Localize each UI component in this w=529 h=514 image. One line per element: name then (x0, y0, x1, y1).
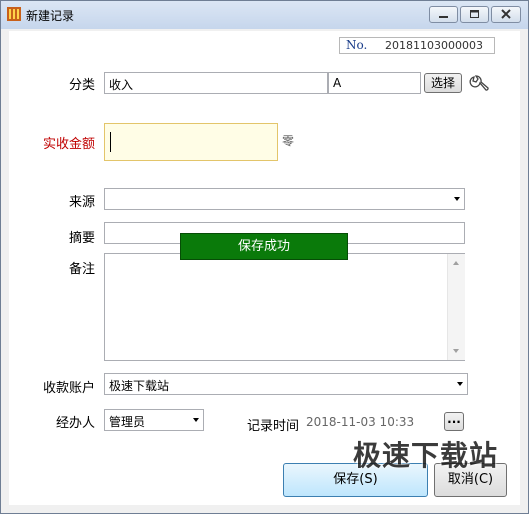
wrench-icon[interactable] (468, 73, 490, 95)
close-button[interactable] (491, 6, 521, 23)
chevron-down-icon (454, 197, 460, 201)
record-number-prefix: No. (346, 38, 368, 52)
amount-label: 实收金额 (42, 137, 95, 152)
select-button[interactable]: 选择 (424, 73, 462, 93)
close-icon (501, 9, 511, 19)
dialog-window: 新建记录 No. 20181103000003 分类 收入 A 选择 实收金额 … (0, 0, 529, 514)
text-cursor (110, 132, 111, 152)
window-title: 新建记录 (26, 9, 75, 23)
form-area: No. 20181103000003 分类 收入 A 选择 实收金额 零 来源 … (9, 31, 520, 505)
account-label: 收款账户 (42, 381, 95, 396)
record-number: 20181103000003 (385, 39, 483, 52)
minimize-icon (439, 16, 448, 18)
save-success-toast: 保存成功 (180, 233, 348, 260)
record-number-box: No. 20181103000003 (339, 37, 495, 54)
source-select[interactable] (104, 188, 465, 210)
amount-in-words: 零 (282, 134, 295, 148)
amount-input[interactable] (104, 123, 278, 161)
remark-scrollbar[interactable] (447, 254, 465, 360)
handler-label: 经办人 (55, 416, 95, 431)
maximize-icon (470, 10, 479, 18)
chevron-down-icon (457, 382, 463, 386)
summary-label: 摘要 (68, 231, 95, 246)
minimize-button[interactable] (429, 6, 458, 23)
scroll-up-icon (453, 261, 459, 265)
chevron-down-icon (193, 418, 199, 422)
record-time-value: 2018-11-03 10:33 (306, 415, 415, 429)
time-picker-button[interactable]: ... (444, 412, 464, 431)
category-code-field[interactable]: A (328, 72, 421, 94)
scroll-down-icon (453, 349, 459, 353)
watermark: 极速下载站 (353, 439, 499, 472)
category-field[interactable]: 收入 (104, 72, 328, 94)
title-bar: 新建记录 (1, 1, 528, 29)
account-select[interactable]: 极速下载站 (104, 373, 468, 395)
handler-select[interactable]: 管理员 (104, 409, 204, 431)
source-label: 来源 (68, 195, 95, 210)
category-label: 分类 (68, 78, 95, 93)
maximize-button[interactable] (460, 6, 489, 23)
remark-textarea[interactable] (104, 253, 465, 361)
record-time-label: 记录时间 (247, 419, 300, 434)
app-icon (7, 7, 21, 21)
remark-label: 备注 (68, 262, 95, 277)
